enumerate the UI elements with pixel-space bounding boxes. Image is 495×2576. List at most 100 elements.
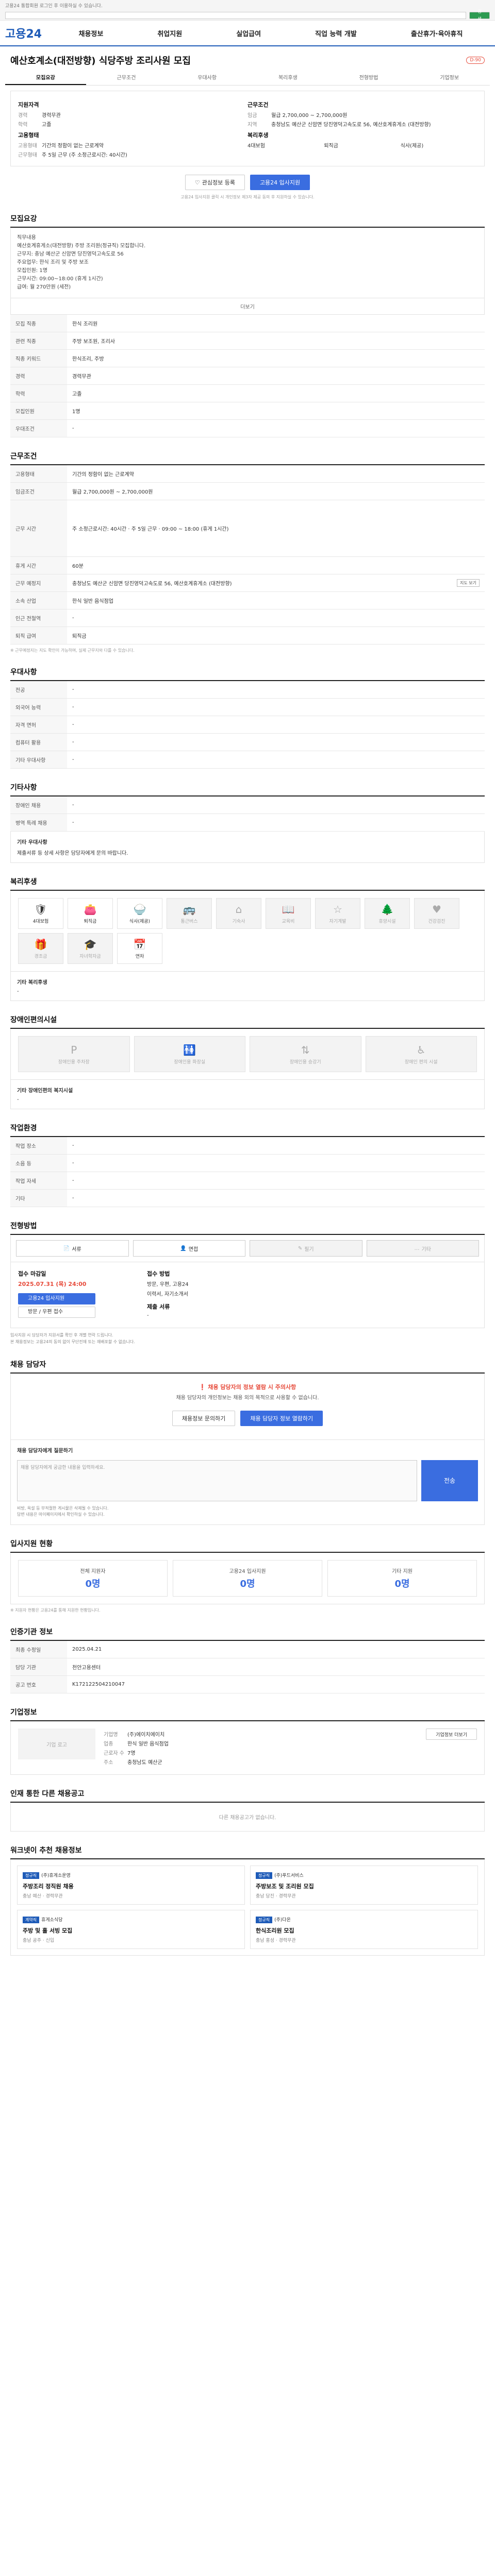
row-value: 주방 보조원, 조리사 bbox=[67, 332, 485, 350]
welfare-tile: 🛡 4대보험 bbox=[18, 898, 63, 929]
welfare-tile: 🎁 경조금 bbox=[18, 933, 63, 964]
method-label: 기타 bbox=[421, 1246, 431, 1252]
status-value: 0명 bbox=[394, 1579, 410, 1590]
row-key: 자격 면허 bbox=[10, 716, 67, 734]
recommend-title: 주방보조 및 조리원 모집 bbox=[256, 1883, 314, 1890]
recommend-card[interactable]: 정규직 (주)다온 한식조리원 모집 충남 홍성 · 경력무관 bbox=[250, 1910, 478, 1950]
menu-item[interactable]: 실업급여 bbox=[236, 28, 261, 38]
table-row: 기타 우대사항 - bbox=[10, 751, 485, 769]
status-label: 전체 지원자 bbox=[80, 1569, 106, 1575]
house-icon: ⌂ bbox=[235, 903, 242, 916]
agency-section: 인증기관 정보 최종 수정일 2025.04.21 담당 기관 천안고용센터 공고 … bbox=[5, 1626, 490, 1694]
section-title: 워크넷이 추천 채용정보 bbox=[10, 1845, 485, 1860]
welfare-tag: 4대보험 bbox=[248, 143, 265, 149]
section-title: 인재 통한 다른 채용공고 bbox=[10, 1788, 485, 1803]
search-input[interactable] bbox=[5, 12, 466, 19]
search-row: 검색 bbox=[5, 9, 490, 21]
recommend-card[interactable]: 정규직 (주)푸드서비스 주방보조 및 조리원 모집 충남 당진 · 경력무관 bbox=[250, 1866, 478, 1905]
tab-welfare[interactable]: 복리후생 bbox=[248, 70, 328, 85]
status-section: 입사지원 현황 전체 지원자 0명 고용24 입사지원 0명 기타 지원 0명 ※ 지… bbox=[5, 1538, 490, 1613]
summary-value: 고졸 bbox=[42, 122, 52, 128]
pencil-icon: ✎ bbox=[298, 1245, 303, 1251]
table-row: 작업 장소 - bbox=[10, 1137, 485, 1155]
table-row: 직종 키워드 한식조리, 주방 bbox=[10, 349, 485, 367]
company-value: 충청남도 예산군 bbox=[127, 1760, 162, 1766]
row-value: - bbox=[67, 733, 485, 751]
row-key: 작업 자세 bbox=[10, 1172, 67, 1190]
table-row: 작업 자세 - bbox=[10, 1172, 485, 1190]
table-row: 모집인원 1명 bbox=[10, 402, 485, 420]
inquiry-text: 채용 담당자의 개인정보는 채용 외의 목적으로 사용할 수 없습니다. bbox=[176, 1395, 319, 1401]
interest-button[interactable]: ♡ 관심정보 등록 bbox=[185, 175, 245, 190]
status-label: 고용24 입사지원 bbox=[229, 1569, 266, 1575]
summary-value: 충청남도 예산군 신암면 당진영덕고속도로 56, 예산호계휴게소 (대전방향) bbox=[271, 122, 431, 128]
job-title-bar: 예산호계소(대전방향) 식당주방 조리사원 모집 D-90 bbox=[5, 46, 490, 70]
tab-preference[interactable]: 우대사항 bbox=[167, 70, 248, 85]
bullet-item: 본 채용정보는 고용24의 동의 없이 무단전재 또는 재배포할 수 없습니다. bbox=[10, 1339, 135, 1344]
accessibility-other: 기타 장애인편의 복지시설 - bbox=[10, 1080, 485, 1109]
row-key: 근무 시간 bbox=[10, 500, 67, 557]
tab-screening[interactable]: 전형방법 bbox=[328, 70, 409, 85]
table-row: 고용형태 기간의 정함이 없는 근로계약 bbox=[10, 465, 485, 483]
ask-title: 채용 담당자에게 질문하기 bbox=[17, 1448, 73, 1454]
job-type-tag: 정규직 bbox=[23, 1872, 40, 1879]
apply-button[interactable]: 고용24 입사지원 bbox=[250, 175, 310, 190]
main-menu: 채용정보 취업지원 실업급여 직업 능력 개발 출산휴가·육아휴직 bbox=[52, 28, 490, 38]
job-title: 예산호계소(대전방향) 식당주방 조리사원 모집 bbox=[10, 56, 191, 66]
status-value: 0명 bbox=[240, 1579, 255, 1590]
more-button[interactable]: 더보기 bbox=[10, 298, 485, 315]
table-row: 병역 특례 채용 - bbox=[10, 814, 485, 832]
tab-company[interactable]: 기업정보 bbox=[409, 70, 490, 85]
row-key: 최종 수정일 bbox=[10, 1641, 67, 1659]
send-button[interactable]: 전송 bbox=[421, 1460, 478, 1501]
accessibility-tile: P 장애인용 주차장 bbox=[18, 1036, 130, 1072]
job-summary: 지원자격 경력 경력무관 학력 고졸 고용형태 고용형태 기간의 정함이 없는 근로계… bbox=[10, 91, 485, 166]
apply-method: 방문, 우편, 고용24 bbox=[147, 1282, 189, 1287]
recommend-card[interactable]: 계약직 휴게소식당 주방 및 홀 서빙 모집 충남 공주 · 신입 bbox=[17, 1910, 245, 1950]
summary-key: 학력 bbox=[18, 122, 28, 128]
company-name: (주)다온 bbox=[274, 1918, 291, 1923]
view-manager-button[interactable]: 채용 담당자 정보 열람하기 bbox=[240, 1410, 323, 1426]
top-notice: 고용24 통합회원 로그인 후 이용하실 수 있습니다. bbox=[5, 4, 103, 9]
screening-methods: 📄 서류 👤 면접 ✎ 필기 … 기타 bbox=[10, 1235, 485, 1262]
inquiry-button[interactable]: 채용정보 문의하기 bbox=[172, 1410, 236, 1426]
menu-item[interactable]: 채용정보 bbox=[79, 28, 104, 38]
row-value: 기간의 정함이 없는 근로계약 bbox=[67, 465, 485, 483]
direct-apply-button[interactable]: 방문 / 우편 접수 bbox=[18, 1307, 95, 1318]
company-more-button[interactable]: 기업정보 더보기 bbox=[426, 1728, 477, 1740]
menu-item[interactable]: 출산휴가·육아휴직 bbox=[411, 28, 463, 38]
company-box: 기업 로고 기업명 (주)에이치에이치 업종 한식 일반 음식점업 근로자 수 7명 … bbox=[10, 1721, 485, 1775]
ask-textarea[interactable]: 채용 담당자에게 궁금한 내용을 입력하세요. bbox=[17, 1460, 417, 1501]
row-key: 고용형태 bbox=[10, 465, 67, 483]
row-key: 장애인 채용 bbox=[10, 796, 67, 814]
menu-item[interactable]: 취업지원 bbox=[157, 28, 182, 38]
recruit-section: 모집요강 직무내용 예산호계휴게소(대전방향) 주방 조리원(정규직) 모집합니… bbox=[5, 213, 490, 437]
inquiry-warning-text: 채용 담당자의 정보 열람 시 주의사항 bbox=[208, 1383, 296, 1391]
table-row: 인근 전철역 - bbox=[10, 609, 485, 627]
row-key: 모집 직종 bbox=[10, 315, 67, 332]
table-row: 자격 면허 - bbox=[10, 716, 485, 734]
tab-recruit[interactable]: 모집요강 bbox=[5, 70, 86, 85]
tab-conditions[interactable]: 근무조건 bbox=[86, 70, 167, 85]
ask-bullets: 비방, 욕설 등 부적절한 게시물은 삭제될 수 있습니다. 답변 내용은 마이… bbox=[17, 1505, 478, 1519]
welfare-tile: ⌂ 기숙사 bbox=[216, 898, 261, 929]
site-logo[interactable]: 고용24 bbox=[5, 25, 52, 41]
table-row: 소음 등- bbox=[10, 1154, 485, 1172]
recommend-card[interactable]: 정규직 (주)휴게소운영 주방조리 정직원 채용 충남 예산 · 경력무관 bbox=[17, 1866, 245, 1905]
search-button[interactable]: 검색 bbox=[469, 9, 490, 21]
welfare-tile: ☆ 자기계발 bbox=[315, 898, 360, 929]
apply-button-2[interactable]: 고용24 입사지원 bbox=[18, 1293, 95, 1304]
summary-key: 임금 bbox=[248, 113, 257, 118]
company-value: (주)에이치에이치 bbox=[127, 1732, 165, 1738]
menu-item[interactable]: 직업 능력 개발 bbox=[315, 28, 357, 38]
map-button[interactable]: 지도 보기 bbox=[457, 579, 480, 587]
apply-info: 접수 마감일 2025.07.31 (목) 24:00 고용24 입사지원 방문… bbox=[10, 1262, 485, 1328]
preference-table: 전공 - 외국어 능력 - 자격 면허 - 컴퓨터 활용 - 기타 우대사항 - bbox=[10, 681, 485, 769]
company-key: 근로자 수 bbox=[104, 1751, 124, 1757]
row-key: 컴퓨터 활용 bbox=[10, 733, 67, 751]
row-value: 경력무관 bbox=[67, 367, 485, 385]
welfare-other: 기타 복리후생 - bbox=[10, 972, 485, 1001]
row-value: - bbox=[67, 1172, 485, 1190]
section-title: 근무조건 bbox=[10, 451, 485, 465]
env-section: 작업환경 작업 장소 - 소음 등- 작업 자세 - 기타 - bbox=[5, 1123, 490, 1207]
